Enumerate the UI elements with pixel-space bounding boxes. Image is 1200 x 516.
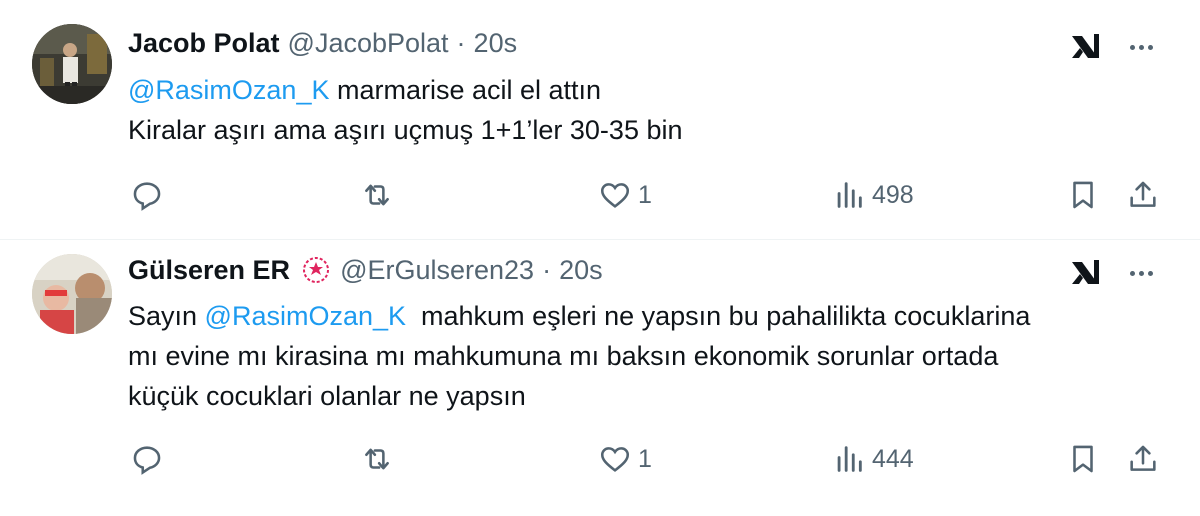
mention-link[interactable]: @RasimOzan_K — [205, 301, 406, 331]
timestamp[interactable]: 20s — [474, 28, 518, 59]
bookmark-icon — [1073, 445, 1093, 473]
more-icon[interactable] — [1124, 30, 1158, 64]
avatar[interactable] — [32, 254, 112, 334]
tweet-text-line: mahkum eşleri ne yapsın bu pahalilikta c… — [406, 301, 1031, 331]
like-count: 1 — [638, 444, 652, 473]
share-icon — [1130, 181, 1156, 207]
share-icon — [1130, 445, 1156, 471]
bookmark-icon — [1073, 181, 1093, 209]
author-handle[interactable]: @ErGulseren23 — [340, 255, 534, 286]
like-button[interactable]: 1 — [598, 175, 652, 215]
views-count: 444 — [872, 444, 914, 473]
author-handle[interactable]: @JacobPolat — [288, 28, 449, 59]
bookmark-button[interactable] — [1066, 175, 1100, 215]
avatar[interactable] — [32, 24, 112, 104]
like-button[interactable]: 1 — [598, 439, 652, 479]
author-name[interactable]: Gülseren ER — [128, 255, 290, 286]
tweet-text: @RasimOzan_K marmarise acil el attın Kir… — [128, 70, 1140, 150]
reply-icon — [133, 446, 161, 475]
mention-link[interactable]: @RasimOzan_K — [128, 75, 329, 105]
separator: · — [456, 28, 466, 58]
tweet-text-line: küçük cocuklari olanlar ne yapsın — [128, 381, 526, 411]
action-bar: 1 444 — [0, 439, 1200, 479]
tweet[interactable]: Jacob Polat @JacobPolat · 20s @RasimOzan… — [0, 0, 1200, 240]
action-bar: 1 498 — [0, 175, 1200, 215]
tweet-text-line: marmarise acil el attın — [329, 75, 602, 105]
share-button[interactable] — [1126, 175, 1160, 215]
grok-icon[interactable] — [1068, 256, 1102, 290]
reply-button[interactable] — [130, 439, 164, 479]
views-count: 498 — [872, 180, 914, 209]
tweet-header: Gülseren ER @ErGulseren23 · 20s — [128, 254, 603, 286]
share-button[interactable] — [1126, 439, 1160, 479]
views-button[interactable]: 444 — [832, 439, 914, 479]
retweet-button[interactable] — [360, 439, 394, 479]
tweet-header: Jacob Polat @JacobPolat · 20s — [128, 28, 517, 59]
tweet[interactable]: Gülseren ER @ErGulseren23 · 20s Sayın @R… — [0, 240, 1200, 516]
grok-icon[interactable] — [1068, 30, 1102, 64]
tweet-text-line: Kiralar aşırı ama aşırı uçmuş 1+1’ler 30… — [128, 115, 683, 145]
retweet-icon — [365, 448, 389, 470]
like-count: 1 — [638, 180, 652, 209]
tweet-text-prefix: Sayın — [128, 301, 205, 331]
author-name[interactable]: Jacob Polat — [128, 28, 280, 59]
more-icon[interactable] — [1124, 256, 1158, 290]
like-icon — [600, 183, 630, 208]
bookmark-button[interactable] — [1066, 439, 1100, 479]
timestamp[interactable]: 20s — [559, 255, 603, 286]
retweet-button[interactable] — [360, 175, 394, 215]
separator: · — [542, 254, 552, 285]
tweet-text-line: mı evine mı kirasina mı mahkumuna mı bak… — [128, 341, 999, 371]
views-button[interactable]: 498 — [832, 175, 914, 215]
like-icon — [600, 447, 630, 472]
retweet-icon — [365, 184, 389, 206]
reply-icon — [133, 182, 161, 211]
verified-badge-icon — [303, 257, 330, 283]
views-icon — [837, 446, 862, 472]
views-icon — [837, 182, 862, 208]
tweet-text: Sayın @RasimOzan_K mahkum eşleri ne yaps… — [128, 296, 1140, 416]
reply-button[interactable] — [130, 175, 164, 215]
